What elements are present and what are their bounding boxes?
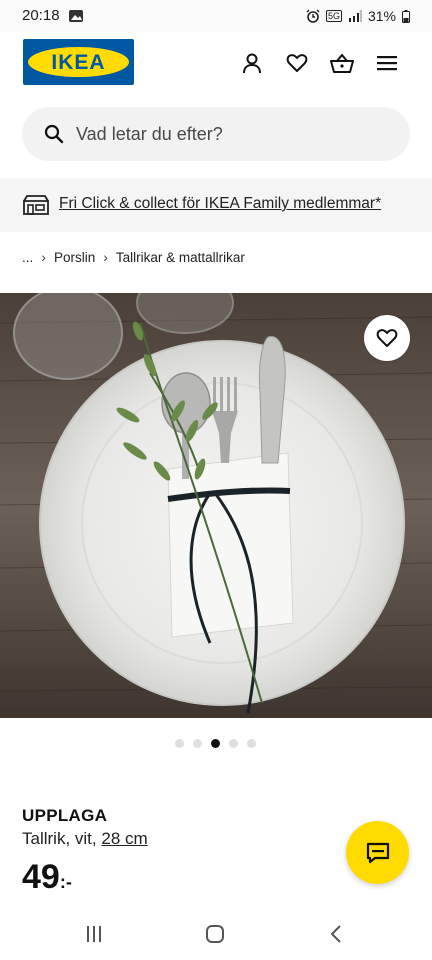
alarm-icon [306, 9, 320, 23]
battery-percent: 31% [367, 8, 396, 24]
carousel-dot[interactable] [211, 739, 220, 748]
favourites-button[interactable] [284, 50, 310, 76]
carousel-dot[interactable] [193, 739, 202, 748]
recent-apps-button[interactable] [81, 922, 107, 946]
status-bar: 20:18 5G 31% [0, 0, 432, 32]
search-icon [44, 124, 64, 144]
store-pickup-icon [23, 195, 49, 215]
recent-apps-icon [87, 926, 101, 942]
carousel-dot[interactable] [229, 739, 238, 748]
heart-icon [286, 54, 308, 72]
breadcrumb: ... › Porslin › Tallrikar & mattallrikar [22, 248, 245, 266]
account-button[interactable] [239, 50, 265, 76]
product-price: 49:- [22, 858, 72, 898]
add-to-favourites-button[interactable] [364, 315, 410, 361]
status-right: 5G 31% [306, 7, 410, 25]
heart-icon [376, 329, 398, 347]
carousel-dot[interactable] [175, 739, 184, 748]
chat-button[interactable] [346, 821, 409, 884]
breadcrumb-item-porslin[interactable]: Porslin [54, 250, 95, 265]
carousel-dots [175, 739, 256, 748]
back-button[interactable] [323, 922, 349, 946]
carousel-dot[interactable] [247, 739, 256, 748]
menu-icon [377, 56, 397, 71]
back-icon [330, 925, 341, 943]
promo-banner[interactable]: Fri Click & collect för IKEA Family medl… [0, 178, 432, 232]
user-icon [243, 53, 261, 74]
product-type: Tallrik, vit, [22, 829, 97, 848]
product-description: Tallrik, vit, 28 cm [22, 829, 148, 849]
chevron-right-icon: › [103, 249, 108, 265]
logo-text: IKEA [51, 51, 106, 74]
status-time: 20:18 [22, 7, 60, 24]
breadcrumb-item-tallrikar[interactable]: Tallrikar & mattallrikar [116, 250, 245, 265]
product-name: UPPLAGA [22, 806, 108, 825]
price-integer: 49 [22, 858, 60, 896]
menu-button[interactable] [374, 50, 400, 76]
search-bar[interactable] [22, 107, 410, 161]
home-button[interactable] [202, 922, 228, 946]
basket-button[interactable] [329, 50, 355, 76]
product-image[interactable] [0, 293, 432, 718]
chevron-right-icon: › [41, 249, 46, 265]
ikea-logo[interactable]: IKEA [23, 39, 134, 85]
search-input[interactable] [76, 107, 396, 161]
chat-icon [366, 842, 389, 863]
product-size-link[interactable]: 28 cm [101, 829, 147, 848]
signal-icon [348, 10, 362, 22]
basket-icon [330, 53, 354, 73]
breadcrumb-ellipsis[interactable]: ... [22, 250, 33, 265]
battery-icon [402, 9, 410, 23]
home-icon [206, 925, 224, 943]
gallery-notification-icon [69, 10, 83, 22]
product-photo [0, 293, 432, 718]
system-nav-bar [0, 908, 432, 960]
network-type: 5G [325, 10, 342, 22]
site-header: IKEA [0, 32, 432, 94]
promo-link[interactable]: Fri Click & collect för IKEA Family medl… [59, 195, 381, 213]
price-suffix: :- [59, 872, 72, 892]
